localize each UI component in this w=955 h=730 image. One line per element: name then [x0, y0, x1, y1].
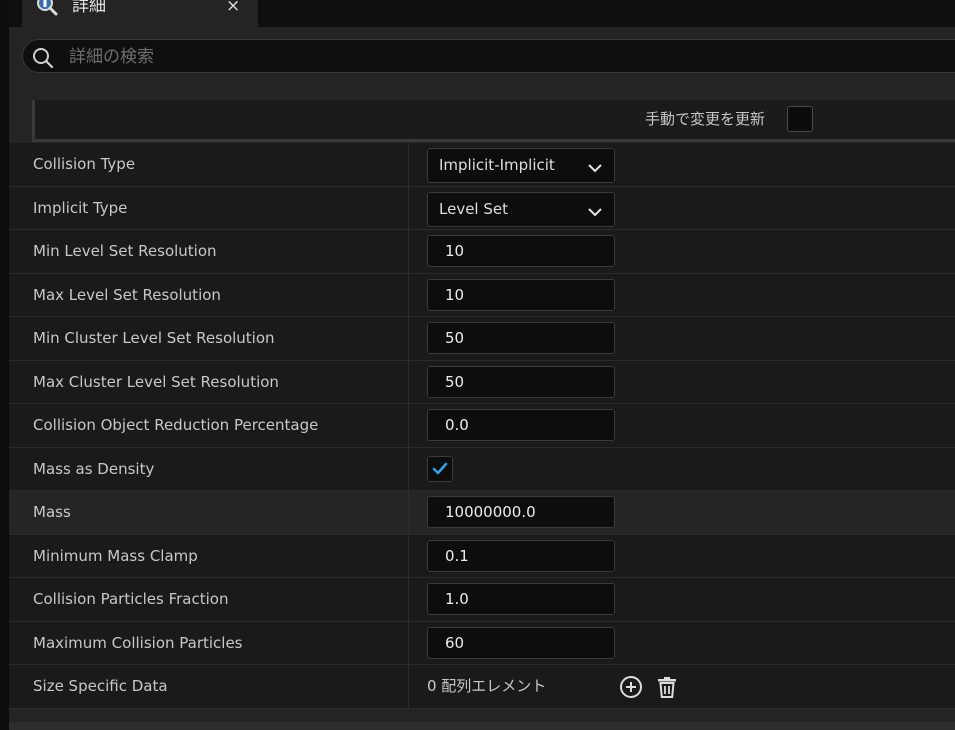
details-header: 手動で変更を更新 [32, 100, 955, 142]
header-left-divider [32, 100, 35, 141]
column-divider [408, 491, 409, 534]
number-input[interactable]: 60 [427, 626, 615, 659]
search-input[interactable] [67, 40, 911, 74]
array-count: 0 配列エレメント [427, 677, 547, 695]
property-row: Min Level Set Resolution 10 [9, 230, 955, 274]
property-label: Max Cluster Level Set Resolution [33, 372, 279, 391]
column-divider [408, 143, 409, 186]
property-row: Maximum Collision Particles 60 [9, 621, 955, 665]
dropdown-value: Implicit-Implicit [439, 156, 555, 174]
search-icon [32, 47, 54, 69]
property-row: Implicit Type Level Set [9, 186, 955, 230]
column-divider [408, 621, 409, 664]
column-divider [408, 578, 409, 621]
property-row: Collision Object Reduction Percentage 0.0 [9, 404, 955, 448]
property-label: Mass as Density [33, 459, 155, 478]
property-row: Collision Particles Fraction 1.0 [9, 578, 955, 622]
tab-title: 詳細 [72, 0, 106, 16]
details-panel: 手動で変更を更新 Collision Type Implicit-Implicit… [9, 27, 955, 730]
trash-icon[interactable] [655, 675, 679, 699]
property-label: Min Cluster Level Set Resolution [33, 329, 275, 347]
column-divider [408, 447, 409, 490]
number-input[interactable]: 1.0 [427, 583, 615, 615]
property-row: Size Specific Data 0 配列エレメント [9, 665, 955, 709]
property-label: Mass [33, 503, 71, 521]
dropdown-select[interactable]: Level Set [427, 191, 615, 227]
details-magnifier-icon [36, 0, 58, 16]
chevron-down-icon [588, 159, 602, 173]
column-divider [408, 317, 409, 360]
number-input[interactable]: 50 [427, 322, 615, 354]
tab-details[interactable]: 詳細 × [22, 0, 258, 27]
property-label: Maximum Collision Particles [33, 633, 243, 652]
property-row: Collision Type Implicit-Implicit [9, 143, 955, 187]
number-input[interactable]: 10 [427, 235, 615, 267]
manual-update-label: 手動で変更を更新 [645, 110, 766, 128]
number-input[interactable]: 10000000.0 [427, 496, 615, 528]
search-bar [22, 39, 955, 74]
property-row: Max Cluster Level Set Resolution 50 [9, 360, 955, 404]
close-icon[interactable]: × [226, 0, 240, 17]
property-row: Minimum Mass Clamp 0.1 [9, 534, 955, 578]
property-label: Collision Type [33, 155, 136, 173]
manual-update-checkbox[interactable] [787, 106, 813, 132]
property-label: Implicit Type [33, 198, 128, 217]
property-row: Max Level Set Resolution 10 [9, 273, 955, 317]
property-label: Minimum Mass Clamp [33, 546, 198, 565]
tab-bar: 詳細 × [9, 0, 955, 27]
column-divider [408, 186, 409, 229]
property-label: Min Level Set Resolution [33, 242, 217, 260]
column-divider [408, 404, 409, 447]
property-label: Collision Particles Fraction [33, 590, 229, 608]
property-label: Collision Object Reduction Percentage [33, 416, 319, 434]
dropdown-value: Level Set [439, 199, 508, 218]
property-list: Collision Type Implicit-Implicit Implicit … [9, 143, 955, 709]
number-input[interactable]: 10 [427, 278, 615, 311]
property-row: Mass as Density [9, 447, 955, 491]
column-divider [408, 230, 409, 273]
column-divider [408, 534, 409, 577]
add-element-icon[interactable] [619, 675, 643, 699]
property-row: Mass 10000000.0 [9, 491, 955, 535]
dropdown-select[interactable]: Implicit-Implicit [427, 148, 615, 183]
column-divider [408, 273, 409, 316]
header-bottom-divider [32, 139, 955, 142]
number-input[interactable]: 0.0 [427, 409, 615, 441]
property-label: Size Specific Data [33, 677, 168, 695]
property-label: Max Level Set Resolution [33, 285, 221, 304]
number-input[interactable]: 50 [427, 365, 615, 398]
number-input[interactable]: 0.1 [427, 539, 615, 572]
panel-bottom-bar [9, 722, 955, 730]
left-edge-strip [0, 0, 9, 730]
mass-as-density-checkbox[interactable] [427, 455, 453, 482]
chevron-down-icon [588, 203, 602, 216]
column-divider [408, 360, 409, 403]
property-row: Min Cluster Level Set Resolution 50 [9, 317, 955, 361]
column-divider [408, 665, 409, 708]
